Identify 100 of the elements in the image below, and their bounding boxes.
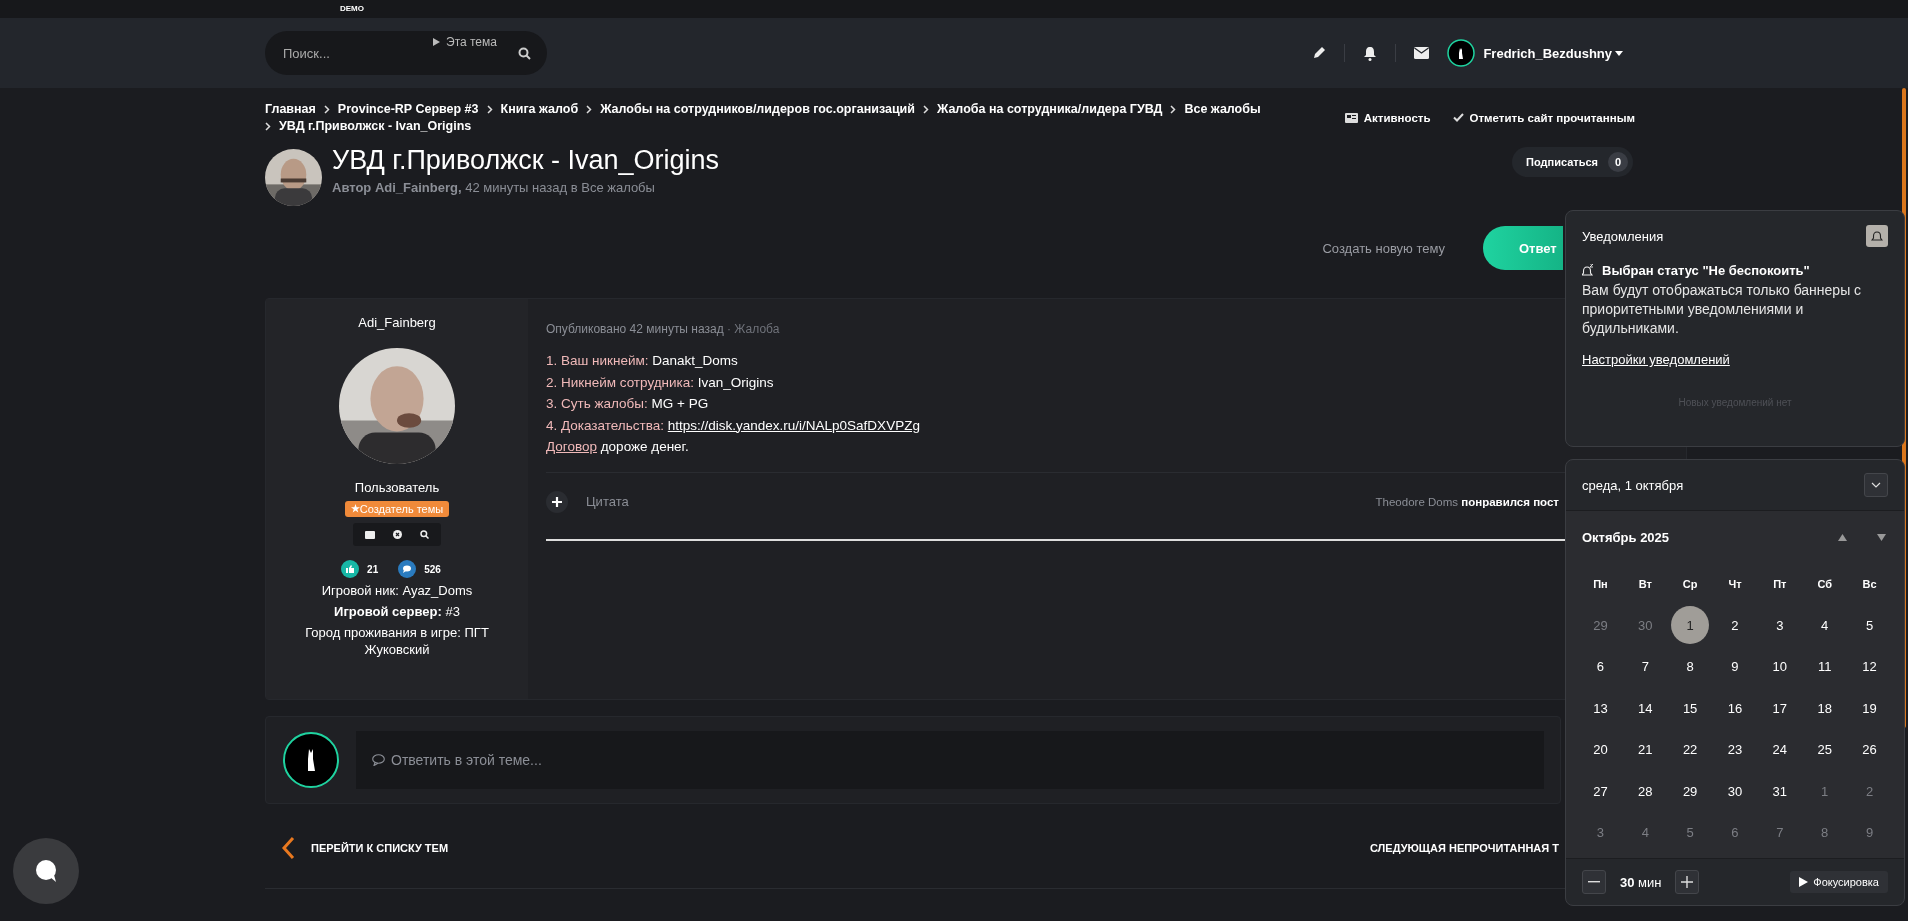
calendar-day[interactable]: 25 (1805, 730, 1844, 769)
status-title: Выбран статус "Не беспокоить" (1602, 263, 1810, 278)
calendar-day[interactable]: 4 (1805, 606, 1844, 645)
calendar-day[interactable]: 16 (1716, 689, 1754, 728)
reply-field[interactable]: Ответить в этой теме... (356, 731, 1544, 789)
calendar-day[interactable]: 17 (1760, 689, 1799, 728)
chevron-icon (1170, 104, 1177, 114)
calendar-day[interactable]: 23 (1716, 730, 1754, 769)
bell-icon[interactable] (1363, 45, 1378, 61)
search-icon[interactable] (518, 46, 531, 60)
mark-read-link[interactable]: Отметить сайт прочитанным (1452, 102, 1635, 133)
calendar-day[interactable]: 10 (1760, 647, 1799, 686)
activity-link[interactable]: Активность (1344, 102, 1431, 133)
calendar-day[interactable]: 8 (1671, 647, 1710, 686)
calendar-day[interactable]: 7 (1626, 647, 1665, 686)
calendar-day[interactable]: 3 (1760, 606, 1799, 645)
weekday-label: Пн (1593, 577, 1608, 590)
post-count: 526 (424, 563, 441, 575)
calendar-day[interactable]: 30 (1626, 606, 1665, 645)
search-scope[interactable]: Эта тема (433, 35, 497, 49)
calendar-day[interactable]: 21 (1626, 730, 1665, 769)
calendar-day[interactable]: 30 (1716, 772, 1754, 811)
post-line: 2. Никнейм сотрудника: Ivan_Origins (546, 373, 774, 392)
calendar-day[interactable]: 15 (1671, 689, 1710, 728)
chat-bubble-icon (33, 858, 59, 884)
next-unread-link[interactable]: СЛЕДУЮЩАЯ НЕПРОЧИТАННАЯ Т (1369, 842, 1559, 854)
add-icon[interactable] (546, 490, 568, 513)
calendar-day[interactable]: 27 (1581, 772, 1620, 811)
weekday-label: Чт (1728, 577, 1742, 590)
topic-byline: Автор Adi_Fainberg, 42 минуты назад в Все жалобы (332, 180, 656, 195)
calendar-day[interactable]: 31 (1760, 772, 1799, 811)
calendar-day[interactable]: 24 (1760, 730, 1799, 769)
link[interactable]: https://disk.yandex.ru/i/NALp0SafDXVPZg (667, 417, 920, 433)
breadcrumb-link[interactable]: Все жалобы (1184, 102, 1261, 116)
calendar-day[interactable]: 19 (1850, 689, 1889, 728)
breadcrumb-link[interactable]: Province-RP Сервер #3 (337, 102, 479, 116)
reply-input[interactable]: Ответить в этой теме... (389, 751, 693, 769)
focus-duration: 30 мин (1620, 874, 1662, 890)
calendar-day[interactable]: 12 (1850, 647, 1889, 686)
calendar-day[interactable]: 6 (1581, 647, 1620, 686)
cat-avatar-icon[interactable] (1447, 39, 1476, 67)
current-date: среда, 1 октября (1582, 477, 1684, 493)
calendar-day[interactable]: 14 (1626, 689, 1665, 728)
breadcrumb-link[interactable]: Книга жалоб (500, 102, 579, 116)
search-icon[interactable] (420, 530, 429, 539)
calendar-day[interactable]: 26 (1850, 730, 1889, 769)
calendar-day[interactable]: 9 (1850, 813, 1889, 852)
calendar-day[interactable]: 9 (1716, 647, 1754, 686)
calendar-day[interactable]: 13 (1581, 689, 1620, 728)
decrease-button[interactable] (1582, 870, 1606, 894)
profile-field: Город проживания в игре: ПГТ Жуковский (297, 624, 497, 658)
next-month-icon[interactable] (1877, 533, 1886, 541)
post-line: 4. Доказательства: https://disk.yandex.ru/i/NALp0SafDXVPZg (546, 416, 920, 435)
calendar-day[interactable]: 20 (1581, 730, 1620, 769)
calendar-day[interactable]: 6 (1716, 813, 1754, 852)
topic-title: УВД г.Приволжск - Ivan_Origins (332, 145, 721, 176)
author-name[interactable]: Adi_Fainberg (358, 315, 436, 330)
search-field[interactable]: Поиск... Эта тема (265, 31, 547, 75)
plus-icon (1681, 876, 1694, 888)
chevron-down-icon (1871, 482, 1881, 488)
breadcrumb-link[interactable]: Главная (265, 102, 316, 116)
calendar-day[interactable]: 22 (1671, 730, 1710, 769)
user-menu[interactable]: Fredrich_Bezdushny (1483, 45, 1623, 61)
chevron-icon (486, 104, 493, 114)
post-category[interactable]: · Жалоба (727, 322, 780, 336)
quote-link[interactable]: Цитата (586, 494, 1376, 509)
increase-button[interactable] (1675, 870, 1700, 894)
breadcrumb-current: УВД г.Приволжск - Ivan_Origins (279, 119, 472, 133)
create-topic-link[interactable]: Создать новую тему (1322, 240, 1445, 256)
profile-field: Игровой ник: Ayaz_Doms (321, 582, 473, 599)
focus-button[interactable]: Фокусировка (1790, 871, 1888, 893)
calendar-day[interactable]: 2 (1716, 606, 1754, 645)
pencil-icon[interactable] (1312, 46, 1327, 60)
collapse-button[interactable] (1864, 473, 1888, 497)
newspaper-icon (1344, 112, 1358, 123)
mail-icon[interactable] (1414, 47, 1430, 59)
minus-icon (1588, 881, 1600, 883)
weekday-label: Сб (1817, 577, 1832, 590)
play-icon (433, 38, 440, 46)
calendar-day[interactable]: 11 (1805, 647, 1844, 686)
mail-icon[interactable] (365, 530, 375, 539)
settings-link[interactable]: Настройки уведомлений (1582, 352, 1730, 367)
previous-month-icon[interactable] (1838, 533, 1847, 541)
calendar-day[interactable]: 29 (1671, 772, 1710, 811)
do-not-disturb-button[interactable] (1866, 225, 1888, 247)
profile-field: Игровой сервер: #3 (334, 603, 460, 620)
back-to-list-link[interactable]: ПЕРЕЙТИ К СПИСКУ ТЕМ (281, 836, 449, 860)
calendar-day[interactable]: 5 (1850, 606, 1889, 645)
panel-title: Уведомления (1582, 228, 1664, 244)
link[interactable]: Договор (546, 439, 597, 454)
close-icon[interactable] (393, 530, 402, 539)
chevron-icon (586, 104, 593, 114)
calendar-day[interactable]: 28 (1626, 772, 1665, 811)
calendar-day[interactable]: 18 (1805, 689, 1844, 728)
thumbs-up-icon (341, 560, 360, 578)
calendar-day[interactable]: 1 (1671, 606, 1710, 645)
breadcrumb-link[interactable]: Жалоба на сотрудника/лидера ГУВД (936, 102, 1163, 116)
speech-bubble-icon (372, 754, 385, 766)
breadcrumb-link[interactable]: Жалобы на сотрудников/лидеров гос.организаций (600, 102, 915, 116)
subscribe-button[interactable]: Подписаться 0 (1512, 147, 1633, 177)
